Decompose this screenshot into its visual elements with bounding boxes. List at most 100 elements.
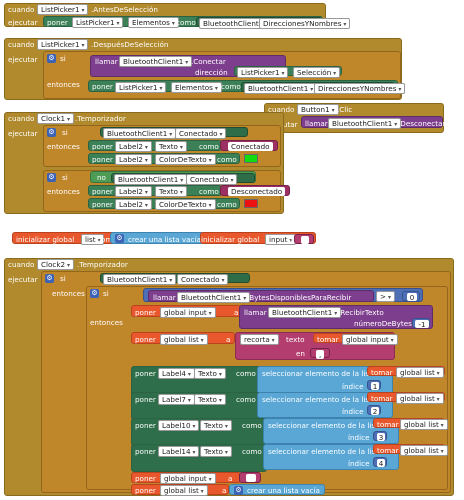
dropdown-label[interactable]: Label2 [115,154,152,165]
if-block-bytes[interactable]: ⚙ si entonces llamar BluetoothClient1 .B… [86,286,448,496]
number-block[interactable]: 0 [402,291,420,302]
if-block-connected[interactable]: ⚙ si entonces BluetoothClient1 Conectado… [43,125,281,167]
setter-color[interactable]: poner Label2 ColorDeTexto como [88,153,240,165]
dropdown-split-mode[interactable]: recorta [240,334,279,345]
init-global-list[interactable]: inicializar global list como [12,232,117,245]
dropdown-property-color[interactable]: ColorDeTexto [155,154,216,165]
separator-value[interactable]: , [316,350,325,359]
getter-conectado[interactable]: BluetoothClient1 Conectado [100,273,250,285]
gear-icon[interactable]: ⚙ [90,289,99,298]
setter-label-row4[interactable]: poner Label14 Texto como [131,444,267,472]
dropdown-cond-property[interactable]: Conectado [175,128,227,139]
not-block[interactable]: no BluetoothClient1 Conectado [90,171,256,185]
dropdown-call-component[interactable]: BluetoothClient1 [177,292,251,303]
get-global-list-row3[interactable]: tomar global list [373,418,448,430]
dropdown-component[interactable]: Clock2 [37,259,75,270]
separator-text[interactable]: , [310,348,330,359]
dropdown-var-list[interactable]: global list [400,445,448,456]
event-block-clock2[interactable]: cuando Clock2 .Temporizador ejecutar ⚙ s… [4,258,454,496]
dropdown-row-label[interactable]: Label10 [158,420,200,431]
dropdown-row-prop[interactable]: Texto [194,394,226,405]
dropdown-row-label[interactable]: Label4 [158,368,195,379]
dropdown-call-component[interactable]: BluetoothClient1 [119,56,193,67]
dropdown-var-list[interactable]: global list [160,485,208,496]
event-block-despues-seleccion[interactable]: cuando ListPicker1 .DespuésDeSelección e… [4,38,406,100]
dropdown-var-input[interactable]: global input [160,473,216,484]
setter-block[interactable]: poner ListPicker1 Elementos como Bluetoo… [43,16,351,29]
dropdown-set-property[interactable]: Elementos [171,82,222,93]
text-connected[interactable]: Conectado [220,140,278,151]
init-global-input[interactable]: inicializar global input como [200,232,316,245]
setter-label-row3[interactable]: poner Label10 Texto como [131,418,267,446]
set-global-input[interactable]: poner global input a [131,305,241,318]
dropdown-var-list[interactable]: global list [400,419,448,430]
setter-block[interactable]: poner ListPicker1 Elementos como Bluetoo… [88,80,406,94]
dropdown-row-prop[interactable]: Texto [194,368,226,379]
dropdown-row-label[interactable]: Label14 [158,446,200,457]
index-value[interactable]: 1 [371,382,379,391]
dropdown-cond-component[interactable]: BluetoothClient1 [103,274,177,285]
dropdown-component[interactable]: ListPicker1 [37,39,89,50]
set-global-list[interactable]: poner global list a [131,332,235,345]
dropdown-var-input[interactable]: global input [342,334,398,345]
get-global-list-row4[interactable]: tomar global list [373,444,448,456]
event-block-clock1[interactable]: cuando Clock1 .Temporizador ejecutar ⚙ s… [4,112,290,214]
getter-block[interactable]: BluetoothClient1 DireccionesYNombres [241,82,406,94]
dropdown-call-component[interactable]: BluetoothClient1 [268,307,342,318]
dropdown-row-prop[interactable]: Texto [200,446,232,457]
get-global-input[interactable]: tomar global input [313,333,398,345]
gear-icon[interactable]: ⚙ [47,54,56,63]
if-block-connected[interactable]: ⚙ si entonces BluetoothClient1 Conectado… [41,271,451,496]
empty-string-value[interactable] [246,474,256,482]
dropdown-set-property[interactable]: Elementos [128,17,179,28]
dropdown-cond-property[interactable]: Conectado [177,274,229,285]
dropdown-get-property[interactable]: DireccionesYNombres [259,18,351,29]
empty-string[interactable] [239,472,261,483]
string-connected[interactable]: Conectado [228,142,273,151]
empty-string[interactable] [294,234,314,244]
dropdown-component[interactable]: ListPicker1 [37,4,89,15]
get-global-list-row2[interactable]: tomar global list [367,392,445,404]
dropdown-set-component[interactable]: ListPicker1 [72,17,124,28]
event-block-button-clic[interactable]: cuando Button1 .Clic ejecutar llamar Blu… [264,103,445,133]
color-swatch-green[interactable] [244,154,258,163]
gear-icon[interactable]: ⚙ [45,274,54,283]
index-number-row3[interactable]: 3 [373,431,387,442]
dropdown-component[interactable]: Button1 [297,104,339,115]
dropdown-var-input[interactable]: global input [160,307,216,318]
compare-block[interactable]: llamar BluetoothClient1 .BytesDisponible… [143,288,423,303]
dropdown-get-property[interactable]: DireccionesYNombres [314,83,406,94]
reset-global-input[interactable]: poner global input a [131,472,241,484]
dropdown-cond-component[interactable]: BluetoothClient1 [114,174,188,185]
dropdown-var-list[interactable]: global list [396,393,444,404]
dropdown-get-component[interactable]: BluetoothClient1 [244,83,318,94]
dropdown-component[interactable]: Clock1 [37,113,75,124]
empty-string-value[interactable] [301,236,309,244]
number-minus-one[interactable]: -1 [415,320,429,329]
if-block-not-connected[interactable]: ⚙ si entonces no BluetoothClient1 Conect… [43,170,290,212]
call-bytes-available[interactable]: llamar BluetoothClient1 .BytesDisponible… [148,290,374,303]
dropdown-set-component[interactable]: ListPicker1 [115,82,167,93]
create-empty-list[interactable]: ⚙ crear una lista vacía [229,484,325,495]
getter-block[interactable]: BluetoothClient1 DireccionesYNombres [196,17,351,29]
dropdown-cond-component[interactable]: BluetoothClient1 [103,128,177,139]
dropdown-var-list[interactable]: global list [396,367,444,378]
dropdown-label[interactable]: Label2 [115,199,152,210]
number-zero[interactable]: 0 [407,293,417,302]
call-desconectar-block[interactable]: llamar BluetoothClient1 .Desconectar [301,116,445,129]
dropdown-property-color[interactable]: ColorDeTexto [155,199,216,210]
setter-text[interactable]: poner Label2 Texto como [88,140,222,152]
gear-icon[interactable]: ⚙ [234,486,243,495]
create-empty-list[interactable]: ⚙ crear una lista vacía [110,232,204,244]
setter-label-row2[interactable]: poner Label7 Texto como [131,392,261,420]
dropdown-row-prop[interactable]: Texto [200,420,232,431]
gear-icon[interactable]: ⚙ [47,173,56,182]
color-swatch-red[interactable] [244,199,258,208]
getter-seleccion[interactable]: ListPicker1 Selección [234,66,342,78]
getter-conectado[interactable]: BluetoothClient1 Conectado [100,127,248,139]
event-block-antes-seleccion[interactable]: cuando ListPicker1 .AntesDeSelección eje… [4,3,351,29]
dropdown-row-label[interactable]: Label7 [158,394,195,405]
index-value[interactable]: 4 [377,459,385,468]
index-number-row2[interactable]: 2 [367,405,381,416]
gear-icon[interactable]: ⚙ [47,128,56,137]
